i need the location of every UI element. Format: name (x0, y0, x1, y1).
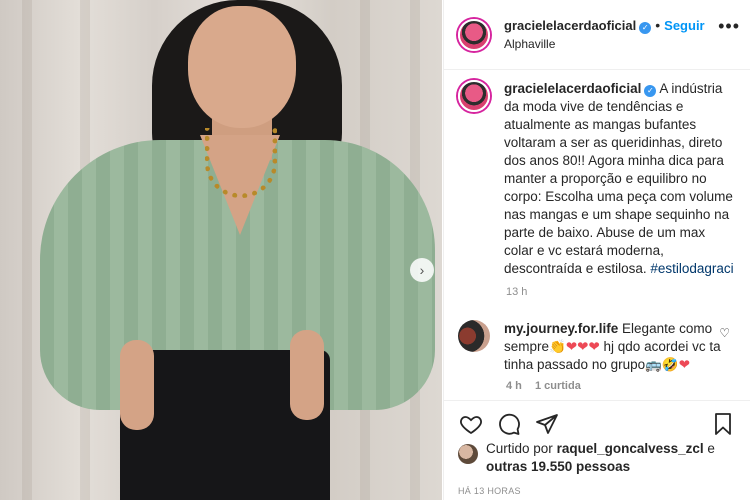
follow-button[interactable]: Seguir (664, 18, 704, 33)
like-heart-icon[interactable] (458, 411, 484, 437)
post-header: gracielelacerdaoficial ✓ • Seguir Alphavill… (444, 0, 750, 70)
liker-username[interactable]: raquel_goncalvess_zcl (557, 441, 704, 456)
gold-necklace (205, 128, 277, 198)
comments-section[interactable]: gracielelacerdaoficial ✓ A indústria da m… (444, 70, 750, 400)
caption: gracielelacerdaoficial ✓ A indústria da m… (458, 80, 736, 278)
post-side-panel: gracielelacerdaoficial ✓ • Seguir Alphavill… (443, 0, 750, 500)
next-photo-button[interactable]: › (410, 258, 434, 282)
caption-avatar[interactable] (458, 80, 490, 112)
post-timestamp[interactable]: HÁ 13 HORAS (458, 486, 521, 496)
caption-text: gracielelacerdaoficial ✓ A indústria da m… (504, 80, 736, 278)
liker-avatar[interactable] (458, 444, 478, 464)
commenter-username[interactable]: my.journey.for.life (504, 321, 618, 336)
share-paper-plane-icon[interactable] (534, 411, 560, 437)
likes-conj: e (707, 441, 715, 456)
verified-badge-icon: ✓ (639, 22, 652, 34)
comment-like-heart-icon[interactable]: ♡ (719, 326, 730, 340)
more-options-icon[interactable]: ••• (718, 16, 740, 37)
curtain-fold (22, 0, 32, 500)
author-username[interactable]: gracielelacerdaoficial (504, 18, 636, 33)
right-hand (290, 330, 324, 420)
face (188, 6, 296, 128)
comment-emojis-1: 👏❤❤❤ (549, 339, 600, 354)
post-actions (444, 400, 750, 440)
verified-badge-icon: ✓ (644, 85, 657, 97)
separator-dot: • (655, 17, 661, 33)
commenter-avatar[interactable] (458, 320, 490, 352)
author-avatar[interactable] (458, 18, 490, 51)
post-photo[interactable]: › (0, 0, 442, 500)
location-link[interactable]: Alphaville (504, 35, 705, 53)
save-bookmark-icon[interactable] (710, 411, 736, 437)
comment-time: 4 h (506, 380, 522, 392)
comment-emojis-2: 🚌🤣❤ (645, 357, 691, 372)
caption-username[interactable]: gracielelacerdaoficial (504, 81, 641, 96)
comment-likes[interactable]: 1 curtida (535, 380, 581, 392)
caption-body: A indústria da moda vive de tendências e… (504, 81, 733, 276)
left-hand (120, 340, 154, 430)
comment-item: my.journey.for.life Elegante como sempre… (458, 320, 736, 374)
likes-summary: Curtido por raquel_goncalvess_zcl e outr… (458, 440, 736, 476)
likes-others[interactable]: outras 19.550 pessoas (486, 459, 630, 474)
caption-time: 13 h (506, 286, 528, 298)
comment-meta: 4 h 1 curtida (506, 380, 736, 392)
caption-hashtag[interactable]: #estilodagraci (650, 261, 733, 276)
likes-prefix: Curtido por (486, 441, 553, 456)
comment-bubble-icon[interactable] (496, 411, 522, 437)
comment-text: my.journey.for.life Elegante como sempre… (504, 320, 736, 374)
